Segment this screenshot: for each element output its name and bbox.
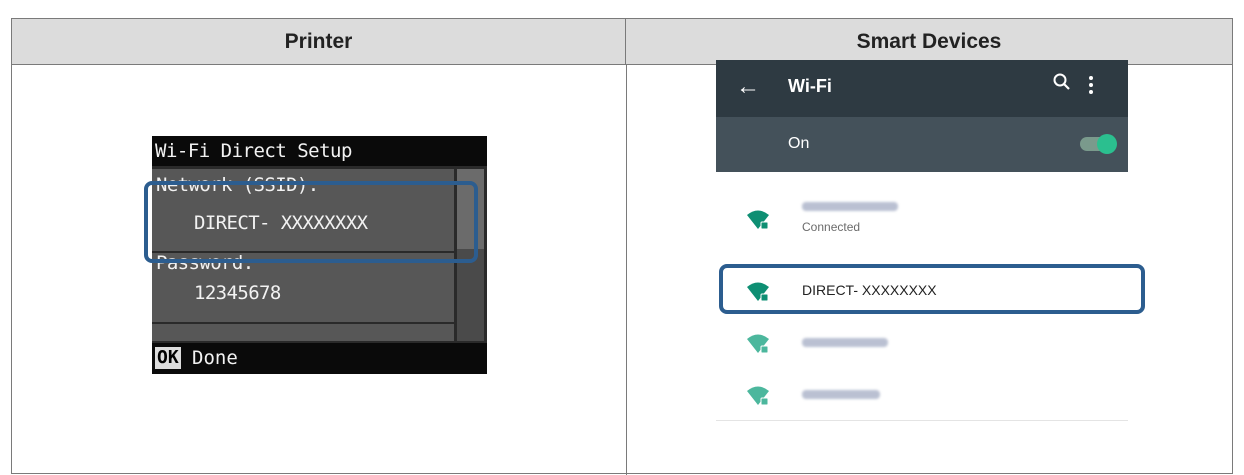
wifi-toggle-label: On: [788, 135, 810, 152]
network-name-blurred: [802, 390, 880, 399]
column-header-printer: Printer: [12, 19, 626, 65]
wifi-locked-icon: [747, 386, 769, 406]
lcd-title: Wi-Fi Direct Setup: [152, 136, 487, 166]
lcd-footer: OK Done: [152, 343, 487, 374]
network-list-item[interactable]: [716, 316, 1128, 368]
search-icon[interactable]: [1052, 72, 1072, 92]
back-arrow-icon[interactable]: ←: [736, 73, 760, 101]
network-list-item[interactable]: [716, 368, 1128, 420]
highlight-ssid-box: [144, 181, 478, 263]
highlight-direct-network: [719, 264, 1145, 314]
done-label: Done: [192, 347, 238, 369]
phone-wifi-screen: ← Wi-Fi On Connected DIRECT- XXXXXXXX: [716, 60, 1128, 430]
lcd-separator: [152, 322, 454, 324]
network-status: Connected: [802, 220, 861, 234]
app-bar: ← Wi-Fi: [716, 60, 1128, 117]
column-header-smart-devices: Smart Devices: [626, 19, 1232, 65]
wifi-locked-icon: [747, 334, 769, 354]
screen-title: Wi-Fi: [788, 76, 832, 96]
network-name-blurred: [802, 202, 898, 211]
column-divider: [626, 65, 627, 475]
more-options-icon[interactable]: [1089, 76, 1093, 97]
network-list-item[interactable]: Connected: [716, 192, 1128, 244]
network-name-blurred: [802, 338, 888, 347]
ok-key-label[interactable]: OK: [155, 347, 181, 369]
list-divider: [716, 420, 1128, 421]
password-value: 12345678: [194, 282, 281, 304]
wifi-toggle-switch[interactable]: [1080, 134, 1117, 154]
wifi-locked-icon: [747, 210, 769, 230]
wifi-toggle-bar: On: [716, 117, 1128, 172]
